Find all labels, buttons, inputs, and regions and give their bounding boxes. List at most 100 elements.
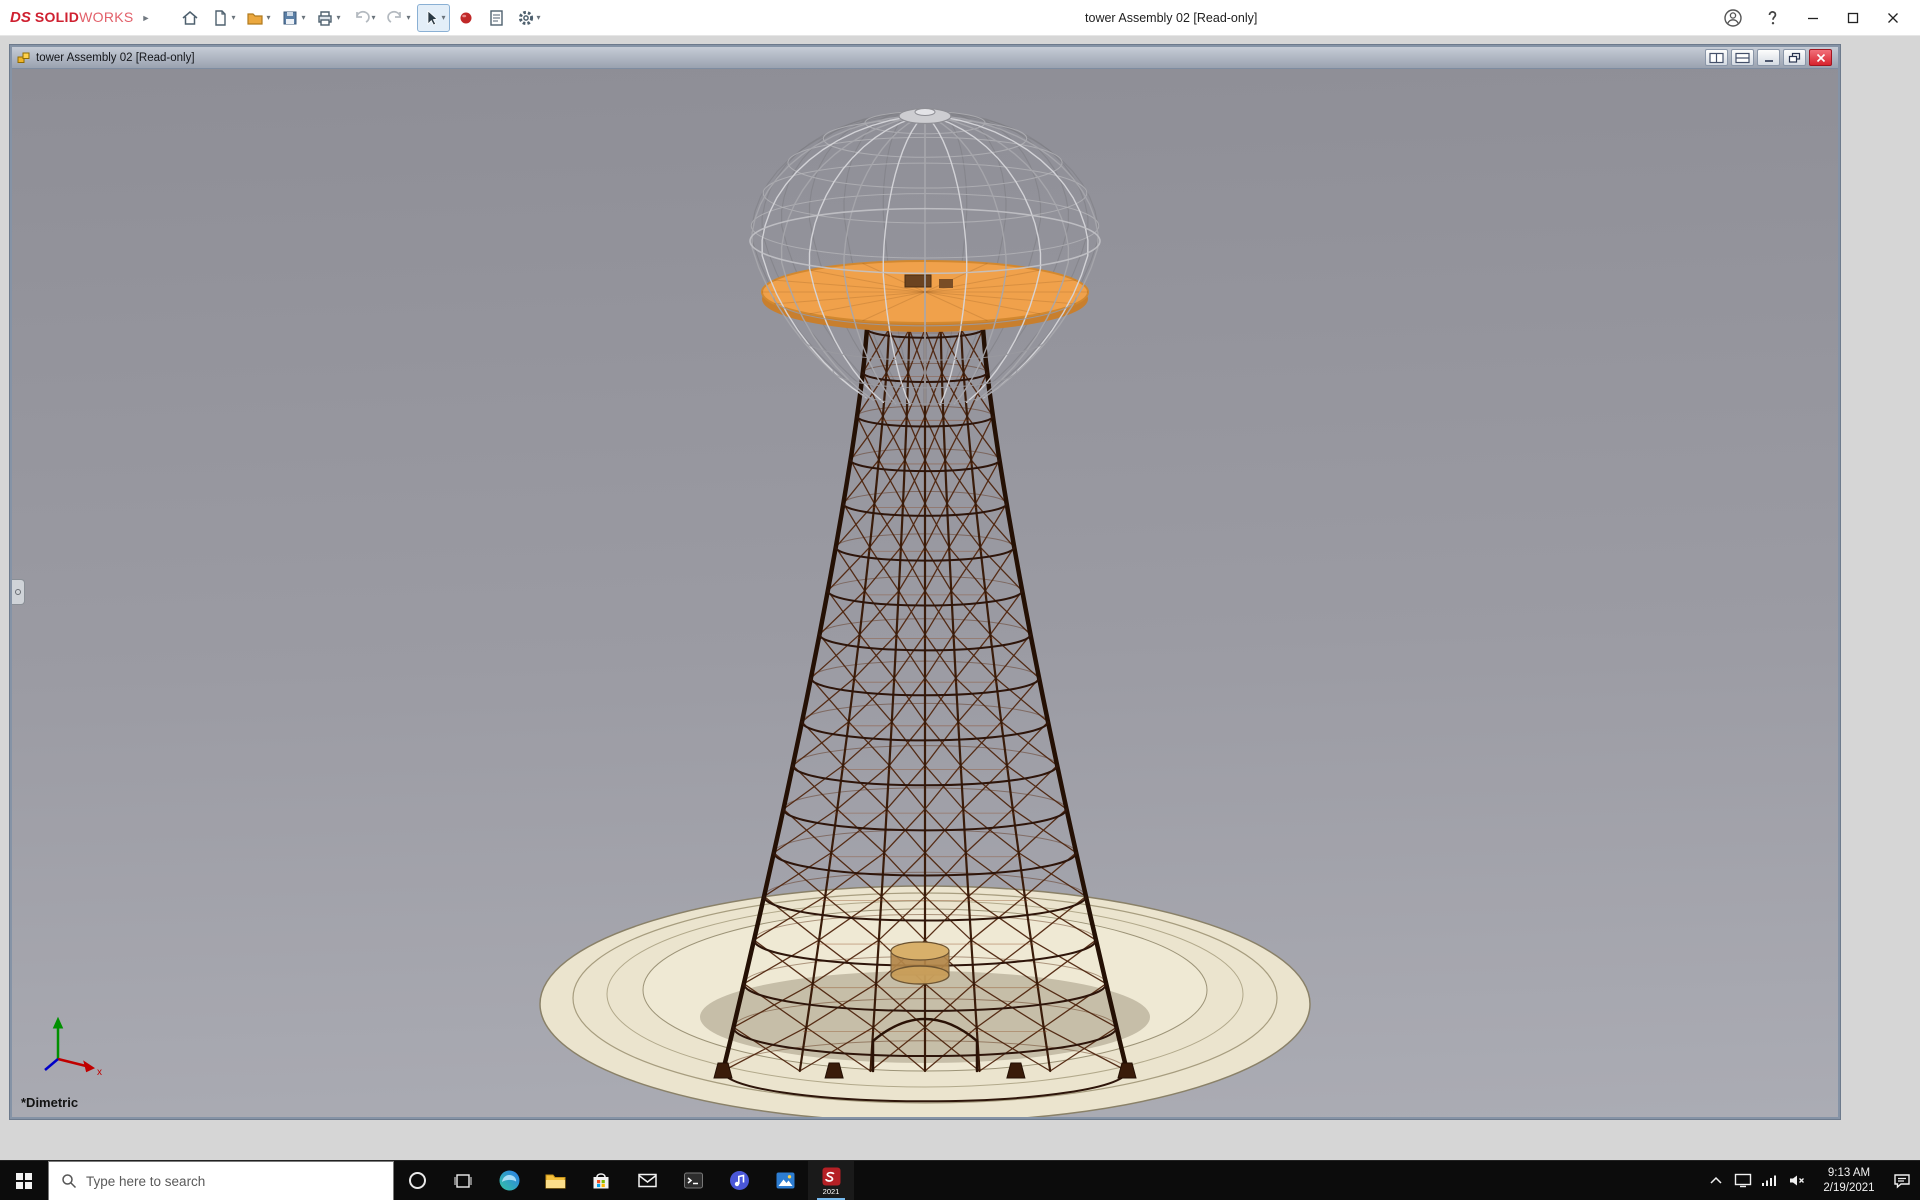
feature-manager-tab-icon xyxy=(15,589,21,595)
close-button[interactable] xyxy=(1882,7,1904,29)
ds-logo-mark: DS xyxy=(10,9,31,26)
close-icon xyxy=(1886,11,1900,25)
network-icon xyxy=(1761,1174,1778,1188)
app-titlebar: DS SOLID WORKS ► ▾ ▾ ▾ ▾ xyxy=(0,0,1920,36)
view-orientation-label: *Dimetric xyxy=(21,1095,78,1110)
network-tray-button[interactable] xyxy=(1756,1161,1783,1200)
taskbar-app-photos[interactable] xyxy=(762,1161,808,1200)
document-titlebar[interactable]: tower Assembly 02 [Read-only] xyxy=(12,47,1838,69)
menu-expand-arrow-icon[interactable]: ► xyxy=(142,13,151,23)
tile-vertical-icon xyxy=(1709,52,1724,64)
help-button[interactable] xyxy=(1762,7,1784,29)
app-window: DS SOLID WORKS ► ▾ ▾ ▾ ▾ xyxy=(0,0,1920,1200)
taskbar-search[interactable]: Type here to search xyxy=(48,1161,394,1200)
dropdown-caret-icon[interactable]: ▾ xyxy=(442,13,446,22)
print-icon xyxy=(315,8,335,28)
new-document-icon xyxy=(210,8,230,28)
chevron-up-icon xyxy=(1709,1175,1723,1186)
dropdown-caret-icon[interactable]: ▾ xyxy=(537,13,541,22)
doc-restore-button[interactable] xyxy=(1783,49,1806,66)
search-placeholder: Type here to search xyxy=(86,1174,205,1189)
cortana-icon xyxy=(409,1172,426,1189)
mail-icon xyxy=(636,1169,659,1192)
dropdown-caret-icon[interactable]: ▾ xyxy=(407,13,411,22)
help-icon xyxy=(1763,8,1783,28)
options-button[interactable]: ▾ xyxy=(512,4,545,32)
save-button[interactable]: ▾ xyxy=(276,4,309,32)
graphics-viewport[interactable]: x *Dimetric xyxy=(12,69,1838,1117)
print-button[interactable]: ▾ xyxy=(311,4,344,32)
display-icon xyxy=(1734,1173,1752,1188)
feature-manager-tab[interactable] xyxy=(12,579,25,605)
tile-horizontal-icon xyxy=(1735,52,1750,64)
solidworks-version-badge: 2021 xyxy=(823,1188,840,1196)
clock-date: 2/19/2021 xyxy=(1810,1181,1888,1196)
account-button[interactable] xyxy=(1722,7,1744,29)
edge-icon xyxy=(498,1169,521,1192)
dropdown-caret-icon[interactable]: ▾ xyxy=(336,13,340,22)
svg-text:x: x xyxy=(97,1067,102,1078)
brand-solid: SOLID xyxy=(35,9,79,25)
volume-tray-button[interactable] xyxy=(1783,1161,1810,1200)
maximize-button[interactable] xyxy=(1842,7,1864,29)
tile-horizontal-button[interactable] xyxy=(1731,49,1754,66)
redo-button[interactable]: ▾ xyxy=(382,4,415,32)
brand-works: WORKS xyxy=(79,9,133,25)
home-button[interactable] xyxy=(176,4,204,32)
document-window: tower Assembly 02 [Read-only] xyxy=(10,45,1840,1119)
taskbar-app-edge[interactable] xyxy=(486,1161,532,1200)
dropdown-caret-icon[interactable]: ▾ xyxy=(372,13,376,22)
taskbar-app-media-player[interactable] xyxy=(716,1161,762,1200)
system-tray: 9:13 AM 2/19/2021 xyxy=(1702,1161,1920,1200)
windows-logo-icon xyxy=(16,1173,32,1189)
gear-icon xyxy=(516,8,536,28)
tower-3d-model[interactable]: x xyxy=(12,69,1838,1117)
restore-icon xyxy=(1788,52,1801,64)
taskbar-app-file-explorer[interactable] xyxy=(532,1161,578,1200)
notification-icon xyxy=(1893,1173,1911,1189)
taskbar-app-store[interactable] xyxy=(578,1161,624,1200)
cortana-button[interactable] xyxy=(394,1161,440,1200)
taskbar-app-terminal[interactable] xyxy=(670,1161,716,1200)
account-icon xyxy=(1723,8,1743,28)
file-explorer-icon xyxy=(544,1169,567,1192)
taskbar-spacer xyxy=(854,1161,1702,1200)
design-checker-button[interactable] xyxy=(482,4,510,32)
select-arrow-icon xyxy=(421,8,441,28)
taskbar-clock[interactable]: 9:13 AM 2/19/2021 xyxy=(1810,1166,1888,1196)
tile-vertical-button[interactable] xyxy=(1705,49,1728,66)
dropdown-caret-icon[interactable]: ▾ xyxy=(301,13,305,22)
main-toolbar: ▾ ▾ ▾ ▾ ▾ ▾ ▾ xyxy=(176,4,544,32)
workspace-area: tower Assembly 02 [Read-only] xyxy=(0,36,1920,1160)
render-tools-button[interactable] xyxy=(452,4,480,32)
search-icon xyxy=(61,1173,77,1189)
taskbar-app-mail[interactable] xyxy=(624,1161,670,1200)
task-view-button[interactable] xyxy=(440,1161,486,1200)
new-document-button[interactable]: ▾ xyxy=(206,4,239,32)
terminal-icon xyxy=(682,1169,705,1192)
app-title: tower Assembly 02 [Read-only] xyxy=(1085,11,1257,25)
display-tray-button[interactable] xyxy=(1729,1161,1756,1200)
assembly-icon xyxy=(16,50,31,65)
report-icon xyxy=(486,8,506,28)
render-sphere-icon xyxy=(456,8,476,28)
undo-button[interactable]: ▾ xyxy=(347,4,380,32)
taskbar-app-solidworks[interactable]: 2021 xyxy=(808,1161,854,1200)
select-tool-button[interactable]: ▾ xyxy=(417,4,450,32)
dropdown-caret-icon[interactable]: ▾ xyxy=(266,13,270,22)
doc-minimize-button[interactable] xyxy=(1757,49,1780,66)
doc-close-button[interactable] xyxy=(1809,49,1832,66)
action-center-button[interactable] xyxy=(1888,1161,1915,1200)
minimize-button[interactable] xyxy=(1802,7,1824,29)
minimize-icon xyxy=(1763,52,1775,64)
open-button[interactable]: ▾ xyxy=(241,4,274,32)
hidden-icons-button[interactable] xyxy=(1702,1161,1729,1200)
app-window-controls xyxy=(1722,7,1920,29)
dropdown-caret-icon[interactable]: ▾ xyxy=(231,13,235,22)
start-button[interactable] xyxy=(0,1161,48,1200)
taskbar: Type here to search xyxy=(0,1160,1920,1200)
media-player-icon xyxy=(728,1169,751,1192)
close-icon xyxy=(1815,52,1827,64)
maximize-icon xyxy=(1846,11,1860,25)
solidworks-icon xyxy=(821,1166,842,1187)
